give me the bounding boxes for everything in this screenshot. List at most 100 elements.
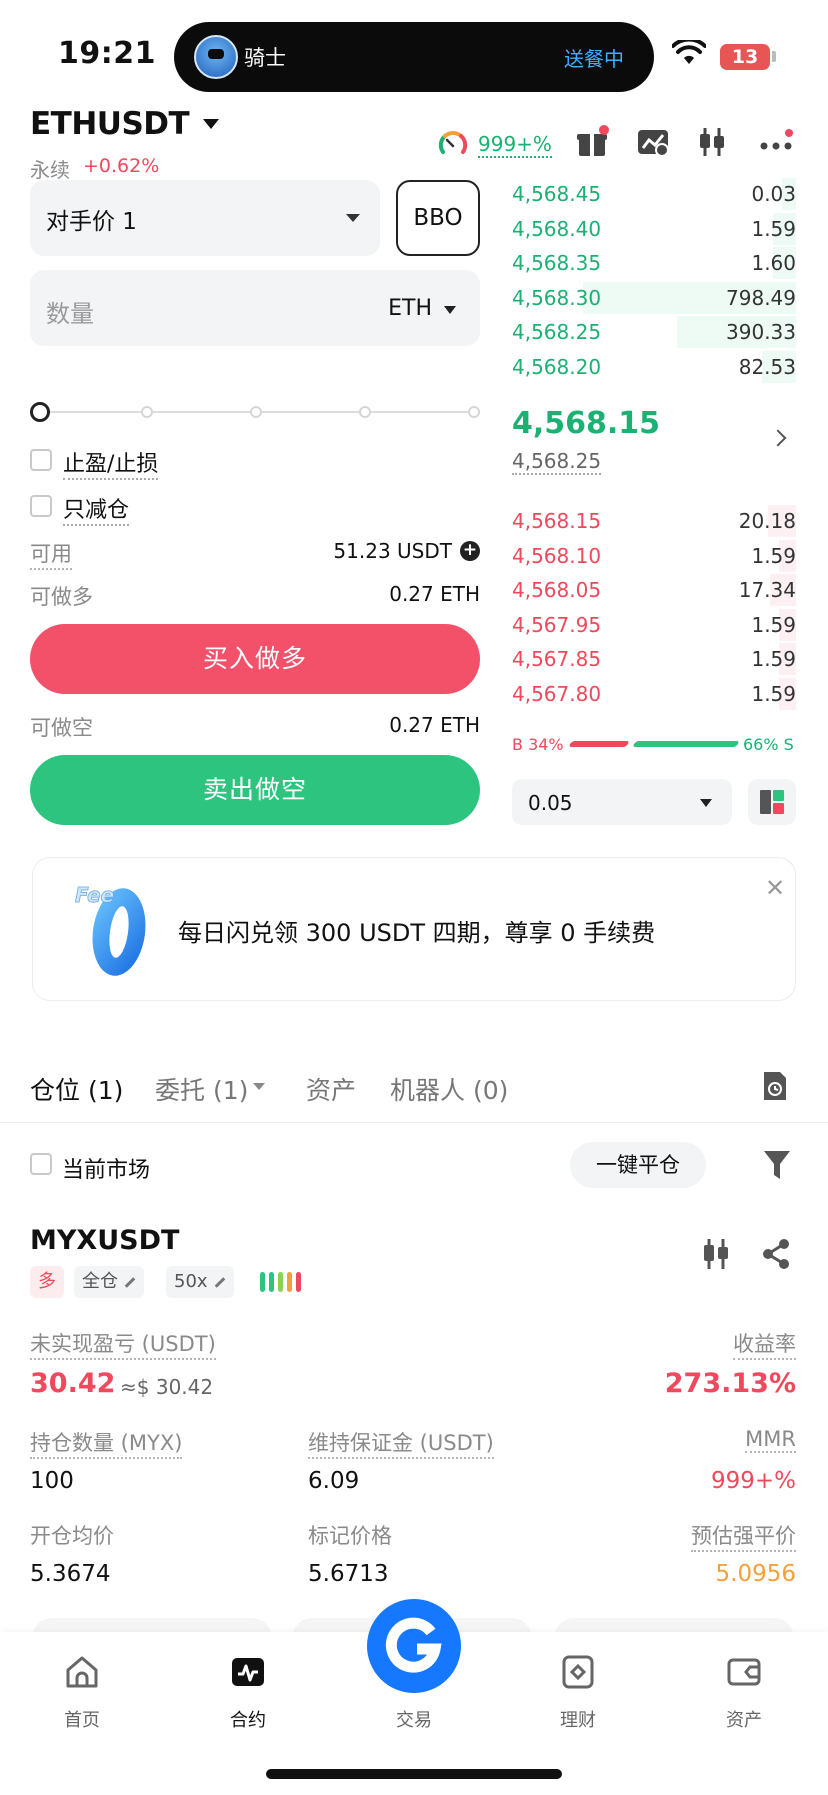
book-price: 4,568.45 (512, 182, 602, 206)
bid-row[interactable]: 4,567.95 1.59 (512, 608, 796, 642)
bid-row[interactable]: 4,567.80 1.59 (512, 677, 796, 711)
maint-margin-value: 6.09 (308, 1468, 360, 1494)
book-price: 4,568.10 (512, 543, 602, 568)
tab-orders[interactable]: 委托 (1) (155, 1071, 248, 1107)
tab-assets[interactable]: 资产 (306, 1071, 356, 1107)
nav-trade-label[interactable]: 交易 (364, 1706, 464, 1732)
ask-row[interactable]: 4,568.40 1.59 (512, 212, 796, 246)
entry-value: 5.3674 (30, 1561, 111, 1587)
unrealized-pnl: 30.42 (30, 1368, 116, 1399)
tab-divider (0, 1122, 828, 1123)
ask-row[interactable]: 4,568.45 0.03 (512, 177, 796, 211)
bid-row[interactable]: 4,568.10 1.59 (512, 539, 796, 573)
status-time: 19:21 (58, 36, 156, 71)
gift-icon[interactable] (574, 124, 610, 160)
ask-row[interactable]: 4,568.25 390.33 (512, 315, 796, 349)
share-icon[interactable] (760, 1237, 792, 1271)
current-market-checkbox[interactable] (30, 1153, 52, 1175)
quantity-unit[interactable]: ETH (388, 296, 432, 321)
adl-bar-1 (260, 1272, 265, 1292)
buy-long-button[interactable]: 买入做多 (30, 624, 480, 694)
candlestick-icon[interactable] (694, 124, 730, 160)
book-layout-button[interactable] (748, 779, 796, 825)
reduce-only-checkbox[interactable] (30, 495, 52, 517)
liq-value: 5.0956 (715, 1561, 796, 1587)
tab-bots[interactable]: 机器人 (0) (390, 1071, 508, 1107)
more-icon[interactable] (758, 124, 794, 160)
chevron-down-icon[interactable] (253, 1083, 265, 1090)
mark-price: 4,568.25 (512, 449, 602, 475)
quantity-input[interactable]: 数量 ETH (30, 270, 480, 346)
unrealized-pnl-label: 未实现盈亏 (USDT) (30, 1328, 216, 1360)
nav-futures-label[interactable]: 合约 (198, 1706, 298, 1732)
size-label: 持仓数量 (MYX) (30, 1427, 183, 1459)
earn-icon[interactable] (560, 1654, 596, 1690)
slider-step-75[interactable] (359, 406, 371, 418)
book-qty: 82.53 (738, 355, 796, 379)
margin-ratio[interactable]: 999+% (478, 132, 552, 158)
mmr-label: MMR (745, 1427, 796, 1453)
ask-row[interactable]: 4,568.30 798.49 (512, 281, 796, 315)
tp-sl-label[interactable]: 止盈/止损 (63, 446, 159, 480)
trade-icon (385, 1617, 442, 1673)
ask-row[interactable]: 4,568.20 82.53 (512, 350, 796, 384)
battery-icon: 13 (720, 44, 770, 70)
sell-ratio: 66% S (743, 735, 794, 754)
pair-title[interactable]: ETHUSDT (30, 106, 190, 142)
slider-step-50[interactable] (250, 406, 262, 418)
assets-icon[interactable] (726, 1654, 762, 1690)
book-price: 4,568.15 (512, 509, 602, 533)
close-all-button[interactable]: 一键平仓 (570, 1142, 706, 1188)
futures-icon[interactable] (230, 1654, 266, 1690)
book-price: 4,568.40 (512, 216, 602, 241)
buy-ratio: B 34% (512, 735, 564, 754)
book-price: 4,568.35 (512, 251, 602, 276)
pair-dropdown-icon[interactable] (203, 119, 219, 129)
bid-row[interactable]: 4,568.15 20.18 (512, 504, 796, 538)
history-icon[interactable] (760, 1070, 790, 1102)
margin-mode-badge[interactable]: 全仓 (74, 1266, 144, 1298)
trade-button[interactable] (367, 1599, 461, 1693)
position-symbol[interactable]: MYXUSDT (30, 1225, 179, 1256)
slider-step-25[interactable] (141, 406, 153, 418)
bid-row[interactable]: 4,567.85 1.59 (512, 642, 796, 676)
tp-sl-checkbox[interactable] (30, 449, 52, 471)
roe-value: 273.13% (664, 1368, 796, 1399)
filter-icon[interactable] (762, 1148, 792, 1182)
leverage-badge[interactable]: 50x (166, 1266, 234, 1298)
candlestick-icon[interactable] (700, 1237, 732, 1271)
current-market-label[interactable]: 当前市场 (62, 1152, 150, 1184)
maint-margin-label: 维持保证金 (USDT) (308, 1427, 494, 1459)
sell-short-button[interactable]: 卖出做空 (30, 755, 480, 825)
book-qty: 0.03 (751, 182, 796, 206)
reduce-only-label[interactable]: 只减仓 (63, 492, 130, 526)
slider-step-100[interactable] (468, 406, 480, 418)
bbo-button[interactable]: BBO (396, 180, 480, 256)
size-value: 100 (30, 1468, 74, 1494)
chevron-down-icon (444, 306, 456, 314)
dynamic-island[interactable]: 骑士 送餐中 (174, 22, 654, 92)
nav-assets-label[interactable]: 资产 (694, 1706, 794, 1732)
close-icon[interactable]: ✕ (765, 874, 785, 902)
depth-step-select[interactable]: 0.05 (512, 779, 732, 825)
chevron-right-icon[interactable] (769, 429, 787, 447)
nav-earn-label[interactable]: 理财 (528, 1706, 628, 1732)
tab-positions[interactable]: 仓位 (1) (30, 1071, 123, 1107)
book-price: 4,567.85 (512, 647, 602, 672)
nav-home-label[interactable]: 首页 (32, 1706, 132, 1732)
bid-row[interactable]: 4,568.05 17.34 (512, 573, 796, 607)
book-price: 4,568.25 (512, 320, 602, 345)
chart-settings-icon[interactable] (635, 124, 671, 160)
book-qty: 1.59 (751, 612, 796, 637)
adl-bar-5 (296, 1272, 301, 1292)
risk-gauge-icon[interactable] (437, 128, 469, 158)
sell-ratio-bar (632, 741, 740, 747)
buy-ratio-bar (568, 741, 630, 747)
add-funds-icon[interactable]: + (460, 541, 480, 561)
ask-row[interactable]: 4,568.35 1.60 (512, 246, 796, 280)
amount-slider-handle[interactable] (30, 402, 50, 422)
battery-nub (772, 51, 776, 62)
home-icon[interactable] (64, 1654, 100, 1690)
price-type-select[interactable]: 对手价 1 (30, 180, 380, 256)
promo-banner[interactable]: Fee 每日闪兑领 300 USDT 四期，尊享 0 手续费 ✕ (32, 857, 796, 1001)
